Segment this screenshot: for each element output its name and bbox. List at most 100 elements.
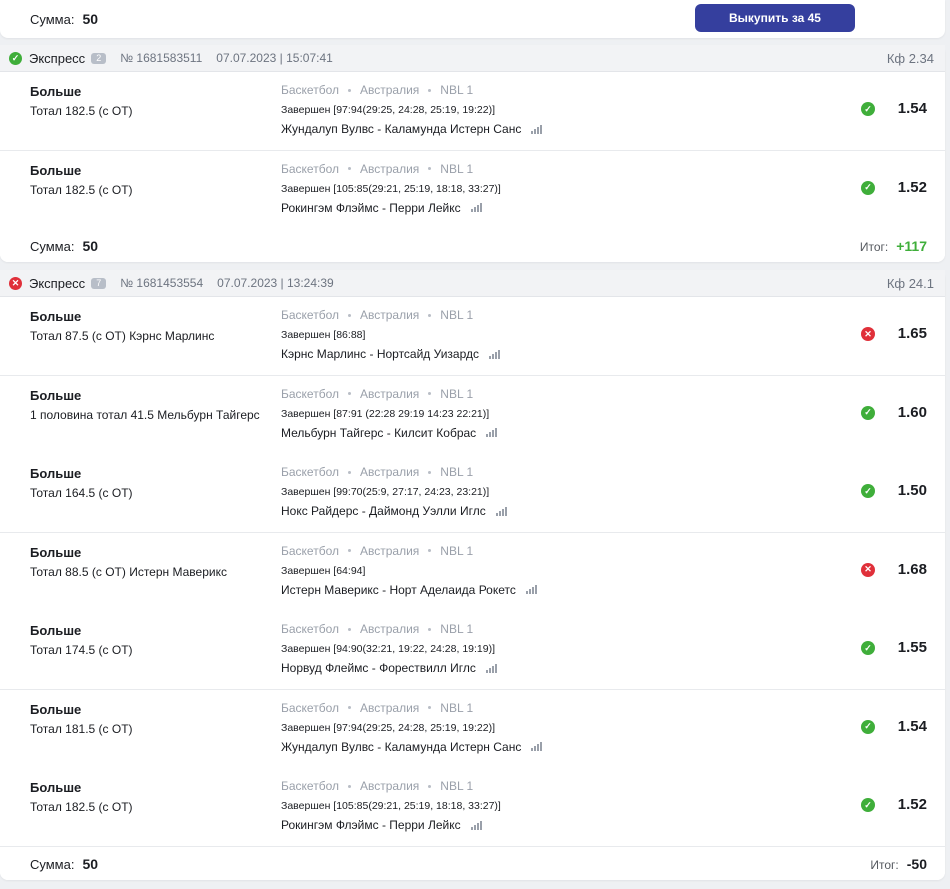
bet-card: ✓ Экспресс 2 № 1681583511 07.07.2023 | 15:07…: [0, 45, 945, 262]
statistics-icon[interactable]: [525, 585, 537, 594]
sport-name[interactable]: Баскетбол: [281, 308, 339, 322]
country-name[interactable]: Австралия: [360, 308, 419, 322]
event-path: Баскетбол Австралия NBL 1: [281, 162, 473, 176]
league-name[interactable]: NBL 1: [440, 779, 473, 793]
separator-dot: [428, 313, 432, 317]
country-name[interactable]: Австралия: [360, 83, 419, 97]
league-name[interactable]: NBL 1: [440, 162, 473, 176]
bet-type: Больше: [30, 84, 82, 99]
match-name[interactable]: Истерн Маверикс - Норт Аделаида Рокетс: [281, 583, 516, 597]
league-name[interactable]: NBL 1: [440, 465, 473, 479]
itog-row: Итог: +117: [860, 238, 927, 254]
bet-type: Больше: [30, 544, 82, 560]
league-name[interactable]: NBL 1: [440, 308, 473, 322]
bet-event-row: Больше Тотал 174.5 (с ОТ) Баскетбол Австрал…: [0, 611, 945, 690]
country-name[interactable]: Австралия: [360, 162, 419, 176]
bet-title: Экспресс: [29, 275, 86, 291]
event-odds: 1.54: [897, 717, 927, 735]
bet-type: Больше: [30, 466, 82, 481]
separator-dot: [348, 167, 351, 170]
check-circle-icon: ✓: [861, 641, 875, 655]
event-result: Завершен [99:70(25:9, 27:17, 24:23, 23:2…: [281, 486, 490, 498]
sum-value: 50: [82, 11, 99, 27]
separator-dot: [348, 470, 351, 474]
event-result: Завершен [94:90(32:21, 19:22, 24:28, 19:…: [281, 643, 496, 655]
event-path: Баскетбол Австралия NBL 1: [281, 83, 473, 97]
statistics-icon[interactable]: [486, 428, 498, 437]
statistics-icon[interactable]: [470, 820, 482, 830]
bet-type: Больше: [30, 387, 82, 403]
statistics-icon[interactable]: [485, 663, 497, 673]
league-name[interactable]: NBL 1: [440, 701, 473, 715]
bet-header[interactable]: ✓ Экспресс 2 № 1681583511 07.07.2023 | 15:07…: [0, 45, 945, 72]
bet-number: № 1681583511: [120, 51, 203, 65]
match-line: Рокингэм Флэймс - Перри Лейкс: [281, 818, 482, 832]
match-line: Кэрнс Марлинс - Нортсайд Уизардс: [281, 347, 500, 361]
event-odds: 1.55: [897, 639, 927, 656]
event-result: Завершен [105:85(29:21, 25:19, 18:18, 33…: [281, 800, 501, 812]
event-odds: 1.50: [897, 482, 927, 499]
event-path: Баскетбол Австралия NBL 1: [281, 308, 473, 322]
sport-name[interactable]: Баскетбол: [281, 83, 339, 97]
bet-total-odds: Кф 24.1: [886, 275, 934, 291]
statistics-icon[interactable]: [495, 506, 507, 516]
bet-description: Тотал 88.5 (с ОТ) Истерн Маверикс: [30, 564, 227, 579]
bet-type: Больше: [30, 309, 82, 324]
event-odds: 1.65: [897, 325, 927, 342]
event-odds: 1.68: [897, 560, 927, 578]
statistics-icon[interactable]: [531, 124, 543, 134]
separator-dot: [348, 784, 351, 788]
statistics-icon[interactable]: [489, 349, 500, 359]
bet-description: Тотал 182.5 (с ОТ): [30, 182, 133, 197]
sport-name[interactable]: Баскетбол: [281, 544, 339, 558]
country-name[interactable]: Австралия: [360, 544, 419, 558]
match-line: Рокингэм Флэймс - Перри Лейкс: [281, 201, 482, 215]
separator-dot: [428, 167, 432, 170]
sport-name[interactable]: Баскетбол: [281, 465, 339, 479]
country-name[interactable]: Австралия: [360, 701, 419, 715]
bet-title: Экспресс: [29, 50, 86, 66]
country-name[interactable]: Австралия: [360, 779, 419, 793]
bet-header[interactable]: ✕ Экспресс 7 № 1681453554 07.07.2023 | 13:24…: [0, 270, 945, 297]
match-name[interactable]: Кэрнс Марлинс - Нортсайд Уизардс: [281, 347, 479, 361]
league-name[interactable]: NBL 1: [440, 387, 473, 401]
league-name[interactable]: NBL 1: [440, 83, 473, 97]
match-line: Жундалуп Вулвс - Каламунда Истерн Санс: [281, 122, 543, 136]
bet-card: ✕ Экспресс 7 № 1681453554 07.07.2023 | 13:24…: [0, 270, 945, 880]
separator-dot: [348, 313, 351, 317]
country-name[interactable]: Австралия: [360, 465, 419, 479]
sum-label: Сумма:: [30, 856, 75, 872]
bet-date: 07.07.2023 | 13:24:39: [217, 276, 334, 290]
match-name[interactable]: Жундалуп Вулвс - Каламунда Истерн Санс: [281, 122, 521, 136]
statistics-icon[interactable]: [470, 203, 482, 212]
league-name[interactable]: NBL 1: [440, 622, 473, 636]
sport-name[interactable]: Баскетбол: [281, 701, 339, 715]
country-name[interactable]: Австралия: [360, 622, 419, 636]
sum-label: Сумма:: [30, 12, 75, 27]
match-name[interactable]: Норвуд Флеймс - Форествилл Иглс: [281, 661, 476, 675]
statistics-icon[interactable]: [531, 742, 543, 751]
event-path: Баскетбол Австралия NBL 1: [281, 622, 473, 636]
sport-name[interactable]: Баскетбол: [281, 779, 339, 793]
bet-event-row: Больше 1 половина тотал 41.5 Мельбурн Тай…: [0, 375, 945, 455]
sport-name[interactable]: Баскетбол: [281, 622, 339, 636]
league-name[interactable]: NBL 1: [440, 544, 473, 558]
itog-label: Итог:: [859, 240, 889, 254]
itog-label: Итог:: [870, 857, 899, 872]
match-name[interactable]: Нокс Райдерс - Даймонд Уэлли Иглс: [281, 504, 486, 518]
match-name[interactable]: Жундалуп Вулвс - Каламунда Истерн Санс: [281, 740, 521, 754]
match-line: Нокс Райдерс - Даймонд Уэлли Иглс: [281, 504, 507, 518]
match-name[interactable]: Мельбурн Тайгерс - Килсит Кобрас: [281, 426, 476, 440]
sport-name[interactable]: Баскетбол: [281, 162, 339, 176]
event-path: Баскетбол Австралия NBL 1: [281, 544, 473, 558]
event-result: Завершен [105:85(29:21, 25:19, 18:18, 33…: [281, 182, 501, 195]
event-odds: 1.60: [897, 403, 927, 421]
event-path: Баскетбол Австралия NBL 1: [281, 779, 473, 793]
cashout-button[interactable]: Выкупить за 45: [695, 4, 855, 32]
match-name[interactable]: Рокингэм Флэймс - Перри Лейкс: [281, 818, 461, 832]
sport-name[interactable]: Баскетбол: [281, 387, 339, 401]
check-circle-icon: ✓: [861, 102, 875, 116]
bet-number: № 1681453554: [120, 276, 204, 290]
match-name[interactable]: Рокингэм Флэймс - Перри Лейкс: [281, 201, 461, 215]
country-name[interactable]: Австралия: [360, 387, 419, 401]
